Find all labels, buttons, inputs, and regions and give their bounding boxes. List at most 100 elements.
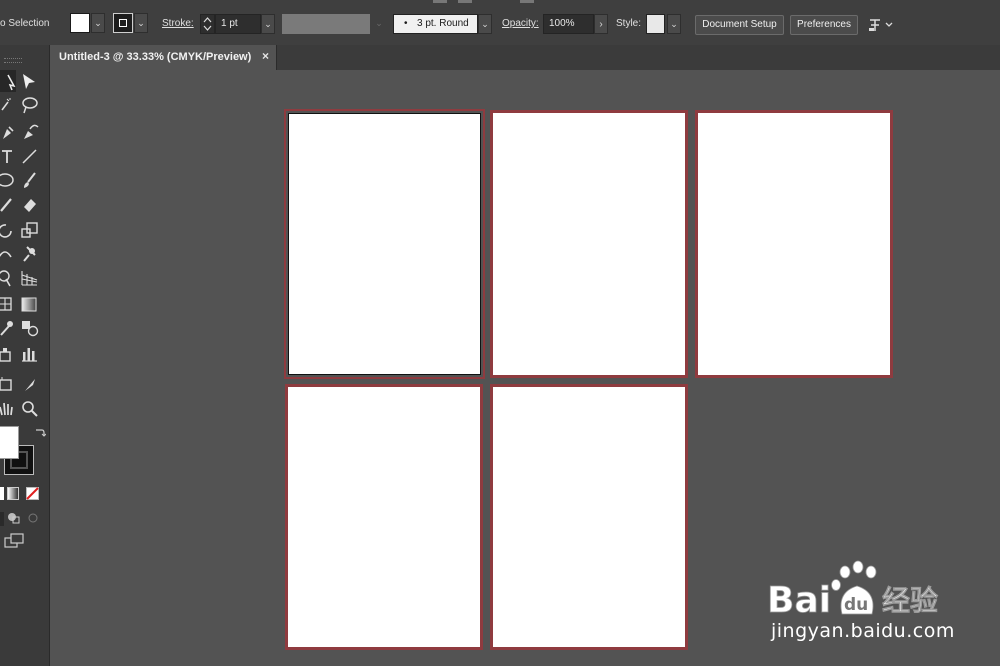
watermark-url: jingyan.baidu.com <box>771 620 955 642</box>
fill-color-box[interactable] <box>0 426 19 459</box>
mesh-icon <box>0 297 12 311</box>
scale-tool[interactable] <box>18 219 40 241</box>
draw-inside-icon <box>28 513 38 523</box>
control-bar: o Selection ⌄ ⌄ Stroke: 1 pt ⌄ ⌄ • 3 pt.… <box>0 0 1000 46</box>
arrange-icon <box>869 19 893 31</box>
close-tab-icon[interactable]: × <box>262 49 269 63</box>
scale-icon <box>21 222 38 238</box>
svg-text:du: du <box>844 595 868 615</box>
draw-inside-button[interactable] <box>26 510 40 526</box>
fill-dropdown[interactable]: ⌄ <box>91 13 105 33</box>
artboard-1[interactable] <box>284 109 485 379</box>
curvature-pen-icon <box>24 124 39 139</box>
arrange-documents-button[interactable] <box>866 15 896 35</box>
draw-normal-button[interactable] <box>0 512 4 526</box>
magnifier-icon <box>22 401 38 417</box>
none-slash-icon <box>26 487 39 500</box>
width-tool[interactable] <box>0 243 16 265</box>
brush-dropdown[interactable]: ⌄ <box>478 14 492 34</box>
divider <box>458 0 472 3</box>
swap-fill-stroke-button[interactable] <box>34 426 47 438</box>
shape-builder-tool[interactable] <box>0 267 16 289</box>
gradient-icon <box>21 297 37 312</box>
preferences-button[interactable]: Preferences <box>790 15 858 35</box>
rotate-tool[interactable] <box>0 219 16 241</box>
gradient-tool[interactable] <box>18 293 40 315</box>
variable-width-profile[interactable] <box>282 14 370 34</box>
rotate-icon <box>0 224 12 238</box>
symbol-sprayer-tool[interactable] <box>0 343 16 365</box>
direct-selection-arrow-icon <box>23 74 35 89</box>
artboard-2[interactable] <box>490 110 688 378</box>
none-mode-button[interactable] <box>26 487 39 500</box>
graphic-style-swatch[interactable] <box>646 14 665 34</box>
type-tool[interactable] <box>0 145 16 167</box>
lasso-tool[interactable] <box>18 94 40 116</box>
pencil-tool[interactable] <box>0 193 16 215</box>
direct-selection-tool[interactable] <box>18 70 40 92</box>
document-setup-button[interactable]: Document Setup <box>695 15 784 35</box>
artboard-tool[interactable] <box>0 373 16 395</box>
artboard-5[interactable] <box>490 384 688 650</box>
curvature-tool[interactable] <box>18 121 40 143</box>
brush-definition[interactable]: • 3 pt. Round <box>393 14 478 34</box>
opacity-arrow[interactable]: › <box>594 14 608 34</box>
blend-tool[interactable] <box>18 317 40 339</box>
magic-wand-icon <box>1 98 11 111</box>
pen-tool[interactable] <box>0 121 16 143</box>
tools-panel <box>0 45 50 666</box>
change-screen-mode-button[interactable] <box>3 533 25 549</box>
brush-dot-icon: • <box>404 18 408 29</box>
stroke-swatch[interactable] <box>113 13 133 33</box>
type-t-icon <box>2 150 12 163</box>
stroke-weight-dropdown[interactable]: ⌄ <box>261 14 275 34</box>
hand-tool[interactable] <box>0 397 16 419</box>
zoom-tool[interactable] <box>18 397 40 419</box>
selection-status: o Selection <box>0 18 50 29</box>
baidu-watermark: Bai du 经验 jingyan.baidu.com <box>765 556 1000 666</box>
paintbrush-tool[interactable] <box>18 169 40 191</box>
line-tool[interactable] <box>18 145 40 167</box>
style-dropdown[interactable]: ⌄ <box>667 14 681 34</box>
eyedropper-tool[interactable] <box>0 317 16 339</box>
selection-arrow-icon <box>7 74 16 91</box>
opacity-field[interactable]: 100% <box>543 14 594 34</box>
width-tool-icon <box>0 251 12 258</box>
stroke-label[interactable]: Stroke: <box>162 17 194 31</box>
brush-preset-label: 3 pt. Round <box>417 18 469 29</box>
eraser-tool[interactable] <box>18 193 40 215</box>
stepper-arrows-icon <box>203 17 212 31</box>
stroke-weight-field[interactable]: 1 pt <box>215 14 261 34</box>
style-label: Style: <box>616 18 642 29</box>
gradient-mode-button[interactable] <box>7 487 19 500</box>
slice-tool[interactable] <box>18 373 40 395</box>
document-tab[interactable]: Untitled-3 @ 33.33% (CMYK/Preview) × <box>50 45 277 70</box>
slice-knife-icon <box>25 379 35 391</box>
selection-tool[interactable] <box>0 70 16 92</box>
screen-mode-icon <box>4 533 24 548</box>
opacity-label[interactable]: Opacity: <box>502 17 539 31</box>
artboard-3[interactable] <box>695 110 893 378</box>
mesh-tool[interactable] <box>0 293 16 315</box>
column-graph-tool[interactable] <box>18 343 40 365</box>
eraser-icon <box>24 199 36 212</box>
baidu-paw-logo-icon: Bai du 经验 <box>767 560 938 621</box>
fill-swatch[interactable] <box>70 13 90 33</box>
artboard-icon <box>0 377 12 391</box>
divider <box>433 0 447 3</box>
column-graph-icon <box>22 348 37 362</box>
puppet-warp-tool[interactable] <box>18 243 40 265</box>
perspective-grid-tool[interactable] <box>18 267 40 289</box>
draw-behind-button[interactable] <box>6 510 22 526</box>
panel-grip[interactable] <box>4 58 22 63</box>
stroke-dropdown[interactable]: ⌄ <box>134 13 148 33</box>
stroke-weight-stepper[interactable] <box>200 14 215 34</box>
divider <box>520 0 534 3</box>
profile-dropdown[interactable]: ⌄ <box>370 14 388 34</box>
paintbrush-icon <box>24 172 36 188</box>
magic-wand-tool[interactable] <box>0 94 16 116</box>
eyedropper-icon <box>0 321 13 336</box>
color-mode-button[interactable] <box>0 487 4 500</box>
ellipse-tool[interactable] <box>0 169 16 191</box>
artboard-4[interactable] <box>285 384 483 650</box>
